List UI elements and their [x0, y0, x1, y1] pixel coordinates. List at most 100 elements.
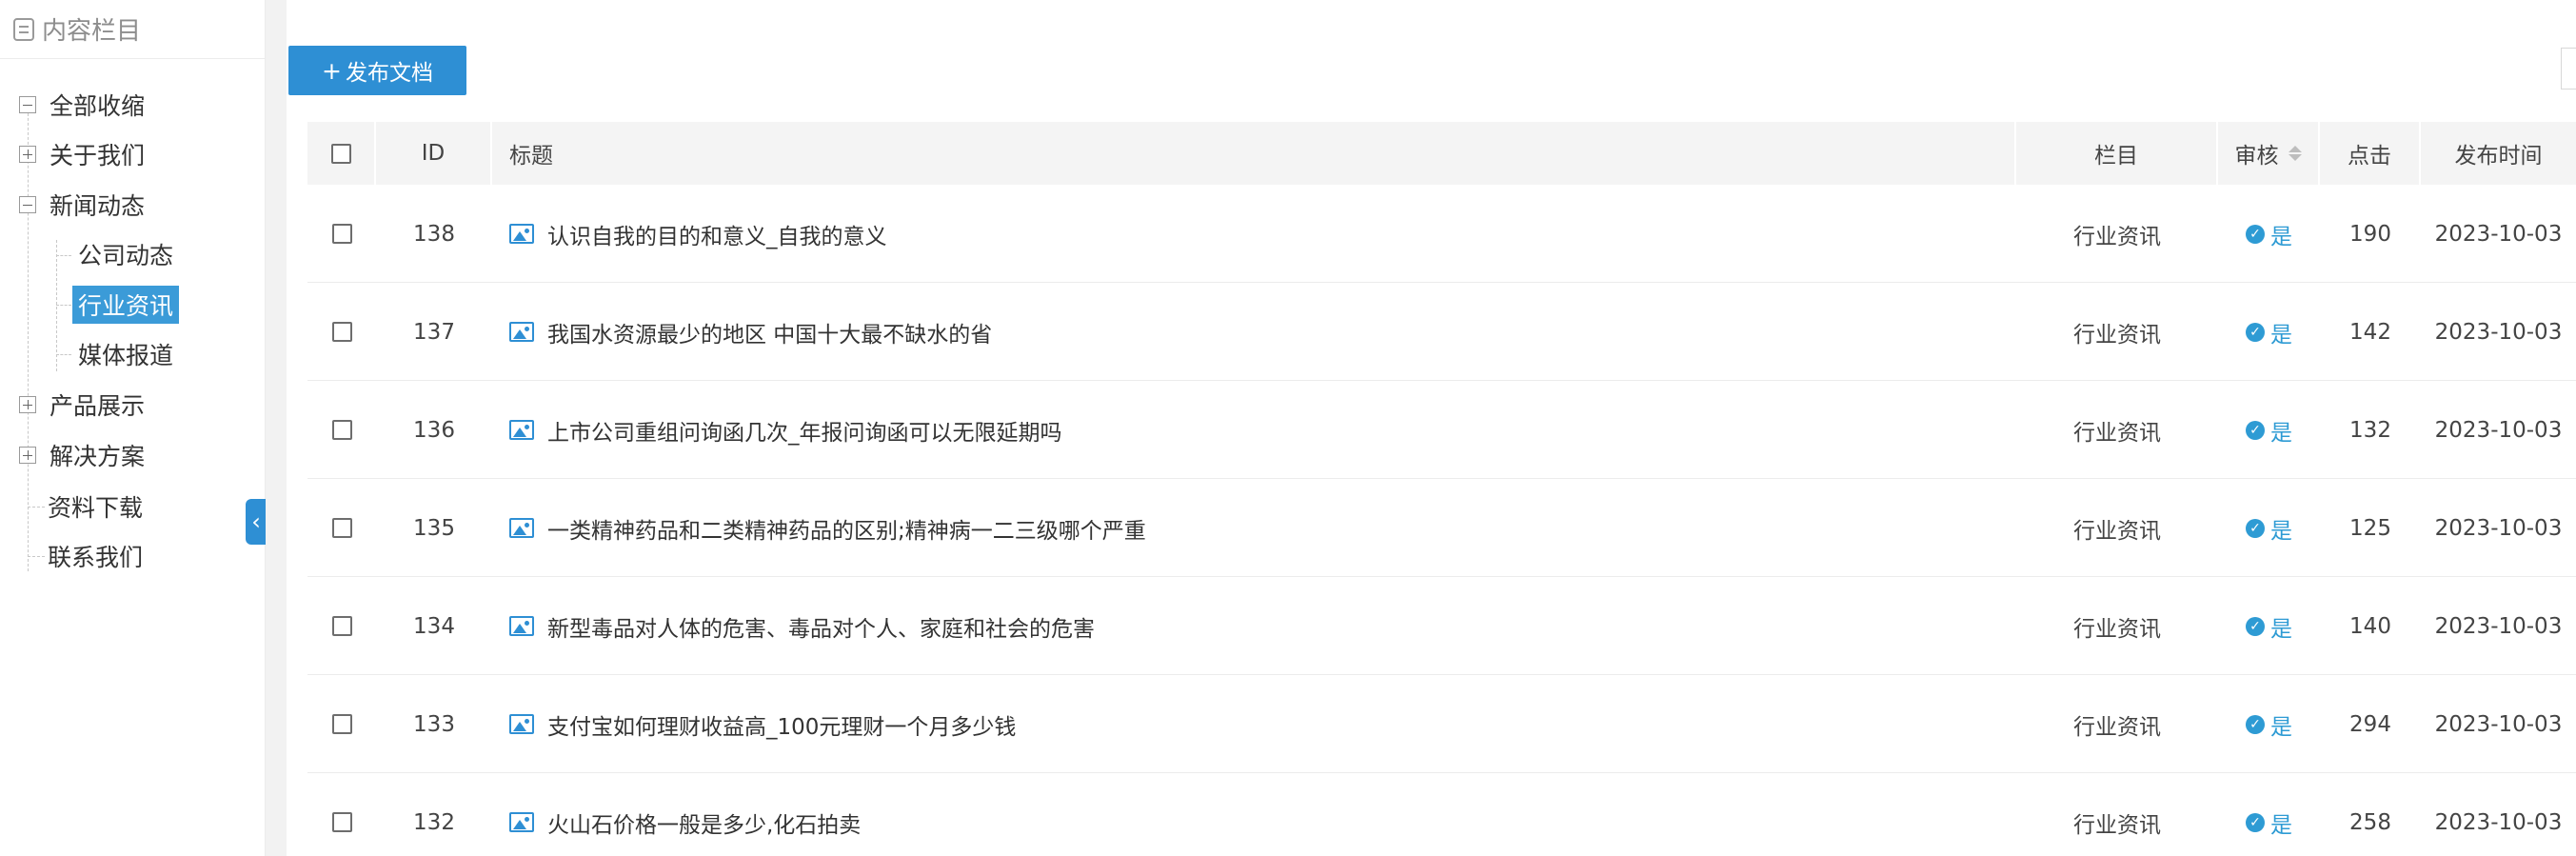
review-status[interactable]: 是	[2270, 316, 2292, 348]
sidebar-item-media[interactable]: 媒体报道	[78, 335, 173, 373]
tree-connector	[28, 556, 45, 558]
sidebar-item-news[interactable]: 新闻动态	[19, 186, 145, 224]
row-clicks: 132	[2349, 417, 2391, 443]
row-title-cell: 上市公司重组问询函几次_年报问询函可以无限延期吗	[492, 381, 2033, 479]
select-all-checkbox[interactable]	[330, 143, 351, 164]
table-row[interactable]: 133 支付宝如何理财收益高_100元理财一个月多少钱 行业资讯 ✓ 是 294 2023-…	[307, 675, 2576, 773]
table-row[interactable]: 136 上市公司重组问询函几次_年报问询函可以无限延期吗 行业资讯 ✓ 是 132 2023…	[307, 381, 2576, 479]
sidebar-item-collapse-all[interactable]: 全部收缩	[19, 86, 145, 124]
row-column-cell: 行业资讯	[2016, 381, 2218, 479]
header-title: 标题	[492, 122, 2016, 185]
review-status[interactable]: 是	[2270, 414, 2292, 447]
header-id-label: ID	[421, 141, 446, 166]
image-icon	[509, 616, 534, 636]
header-review-label: 审核	[2234, 144, 2279, 169]
table-row[interactable]: 137 我国水资源最少的地区 中国十大最不缺水的省 行业资讯 ✓ 是 142 2023-10…	[307, 283, 2576, 381]
row-column: 行业资讯	[2073, 714, 2161, 740]
row-checkbox[interactable]	[331, 518, 352, 538]
row-title-link[interactable]: 认识自我的目的和意义_自我的意义	[547, 218, 887, 250]
row-checkbox[interactable]	[331, 322, 352, 342]
table-row[interactable]: 132 火山石价格一般是多少,化石拍卖 行业资讯 ✓ 是 258 2023-10-03	[307, 773, 2576, 856]
row-title-link[interactable]: 我国水资源最少的地区 中国十大最不缺水的省	[547, 316, 992, 348]
row-date-cell: 2023-10-03	[2421, 773, 2576, 856]
minus-icon[interactable]	[19, 196, 36, 213]
row-id-cell: 138	[376, 185, 492, 283]
row-title-cell: 新型毒品对人体的危害、毒品对个人、家庭和社会的危害	[492, 577, 2033, 675]
header-column-label: 栏目	[2094, 144, 2138, 169]
sidebar-item-label: 联系我们	[48, 544, 144, 571]
check-circle-icon: ✓	[2246, 616, 2265, 636]
row-column: 行业资讯	[2073, 518, 2161, 544]
row-select-cell	[307, 577, 376, 675]
sidebar-item-about[interactable]: 关于我们	[19, 135, 145, 173]
header-review[interactable]: 审核	[2218, 122, 2320, 185]
row-column-cell: 行业资讯	[2016, 185, 2218, 283]
sidebar-item-label: 媒体报道	[78, 342, 174, 369]
row-checkbox[interactable]	[331, 224, 352, 244]
row-id: 135	[413, 515, 455, 541]
sidebar-item-label: 公司动态	[78, 242, 174, 269]
table-row[interactable]: 138 认识自我的目的和意义_自我的意义 行业资讯 ✓ 是 190 2023-10-03	[307, 185, 2576, 283]
row-checkbox[interactable]	[331, 714, 352, 734]
row-date: 2023-10-03	[2434, 711, 2563, 737]
row-date: 2023-10-03	[2434, 613, 2563, 639]
row-title-link[interactable]: 新型毒品对人体的危害、毒品对个人、家庭和社会的危害	[547, 610, 1095, 643]
row-review-cell: ✓ 是	[2218, 479, 2320, 577]
sidebar-item-products[interactable]: 产品展示	[19, 386, 145, 424]
review-status[interactable]: 是	[2270, 708, 2292, 741]
row-clicks-cell: 132	[2320, 381, 2421, 479]
image-icon	[509, 714, 534, 734]
row-title-link[interactable]: 一类精神药品和二类精神药品的区别;精神病一二三级哪个严重	[547, 512, 1146, 545]
row-date-cell: 2023-10-03	[2421, 381, 2576, 479]
row-checkbox[interactable]	[331, 812, 352, 832]
row-title-link[interactable]: 火山石价格一般是多少,化石拍卖	[547, 806, 861, 839]
row-checkbox[interactable]	[331, 420, 352, 440]
row-checkbox[interactable]	[331, 616, 352, 636]
header-date-label: 发布时间	[2454, 144, 2543, 169]
row-review-cell: ✓ 是	[2218, 381, 2320, 479]
sidebar-item-label: 行业资讯	[72, 286, 180, 324]
row-column-cell: 行业资讯	[2016, 675, 2218, 773]
plus-icon[interactable]	[19, 396, 36, 413]
sidebar-item-downloads[interactable]: 资料下载	[48, 488, 143, 526]
review-status[interactable]: 是	[2270, 512, 2292, 545]
sidebar-item-solutions[interactable]: 解决方案	[19, 436, 145, 474]
cms-page: 内容栏目 全部收缩 关于我们 新闻动态 公司动态 行业资讯 媒体报道 产品展示 …	[0, 0, 2576, 856]
row-select-cell	[307, 675, 376, 773]
review-status[interactable]: 是	[2270, 218, 2292, 250]
table-row[interactable]: 135 一类精神药品和二类精神药品的区别;精神病一二三级哪个严重 行业资讯 ✓ 是 125…	[307, 479, 2576, 577]
check-circle-icon: ✓	[2246, 714, 2265, 734]
toolbar-edge-button[interactable]	[2561, 48, 2576, 90]
row-date-cell: 2023-10-03	[2421, 283, 2576, 381]
row-title-link[interactable]: 上市公司重组问询函几次_年报问询函可以无限延期吗	[547, 414, 1062, 447]
review-status[interactable]: 是	[2270, 610, 2292, 643]
review-status[interactable]: 是	[2270, 806, 2292, 839]
row-clicks: 294	[2349, 711, 2391, 737]
header-date: 发布时间	[2421, 122, 2576, 185]
sidebar-item-contact[interactable]: 联系我们	[48, 537, 143, 575]
row-clicks-cell: 125	[2320, 479, 2421, 577]
row-id-cell: 136	[376, 381, 492, 479]
header-id: ID	[376, 122, 492, 185]
image-icon	[509, 322, 534, 342]
row-title-link[interactable]: 支付宝如何理财收益高_100元理财一个月多少钱	[547, 708, 1016, 741]
row-id: 134	[413, 613, 455, 639]
minus-icon[interactable]	[19, 96, 36, 113]
header-select-all	[307, 122, 376, 185]
table-header: ID 标题 栏目 审核 点击 发布时间	[307, 122, 2576, 185]
plus-icon[interactable]	[19, 146, 36, 163]
image-icon	[509, 224, 534, 244]
row-clicks-cell: 140	[2320, 577, 2421, 675]
sidebar-item-company-news[interactable]: 公司动态	[78, 235, 173, 273]
row-title-cell: 火山石价格一般是多少,化石拍卖	[492, 773, 2033, 856]
sidebar: 内容栏目 全部收缩 关于我们 新闻动态 公司动态 行业资讯 媒体报道 产品展示 …	[0, 0, 267, 856]
row-id-cell: 137	[376, 283, 492, 381]
sort-icon[interactable]	[2288, 146, 2302, 161]
sidebar-item-industry-news[interactable]: 行业资讯	[72, 286, 180, 324]
sidebar-collapse-handle[interactable]: ‹	[246, 499, 267, 545]
row-column: 行业资讯	[2073, 224, 2161, 249]
plus-icon[interactable]	[19, 447, 36, 464]
table-row[interactable]: 134 新型毒品对人体的危害、毒品对个人、家庭和社会的危害 行业资讯 ✓ 是 140 202…	[307, 577, 2576, 675]
publish-document-button[interactable]: + 发布文档	[288, 46, 466, 95]
check-circle-icon: ✓	[2246, 812, 2265, 832]
